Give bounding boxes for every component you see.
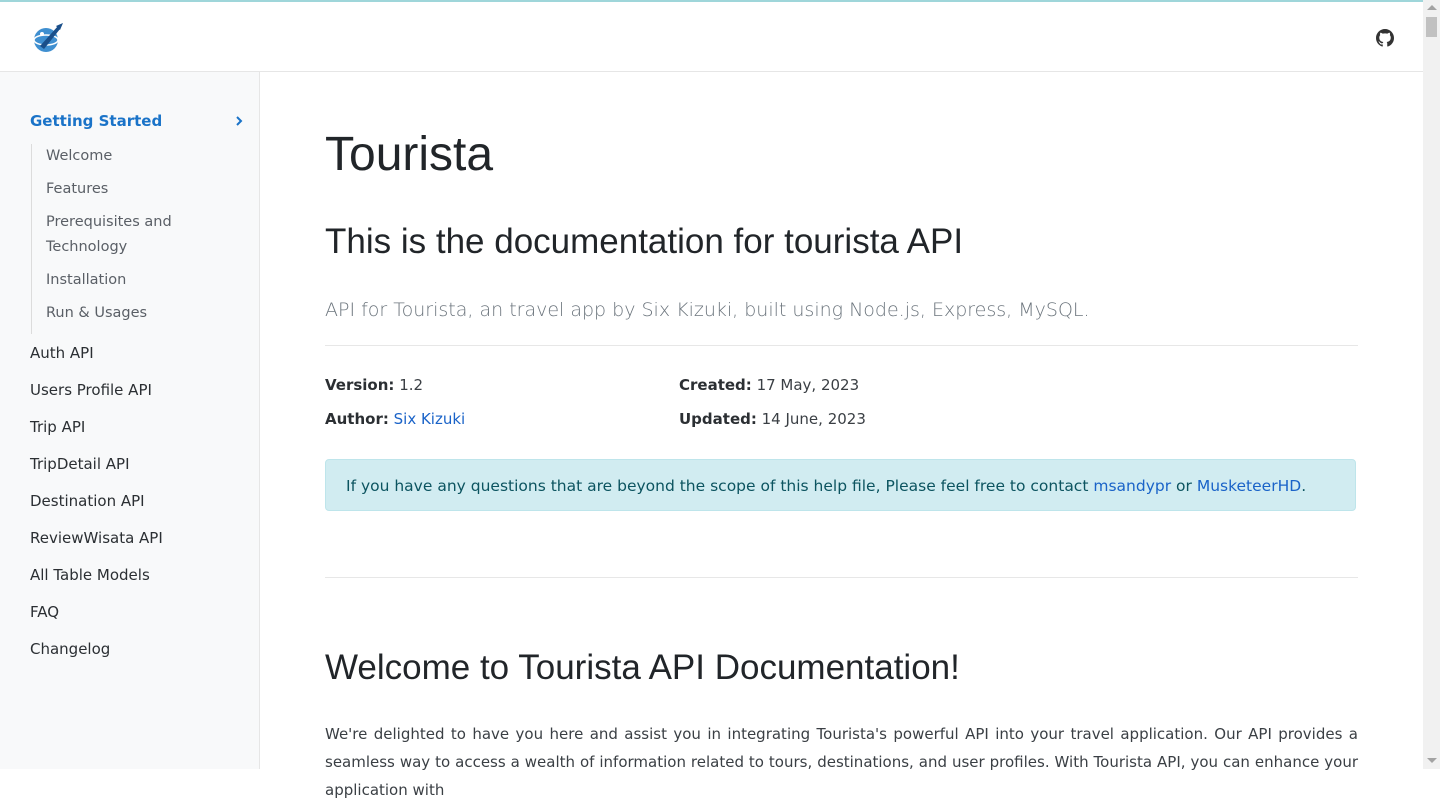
sidebar: Getting Started Welcome Features Prerequ… [0,72,260,769]
contact-link-msandypr[interactable]: msandypr [1093,477,1171,495]
sidebar-item-destination-api[interactable]: Destination API [30,492,145,510]
alert-text: If you have any questions that are beyon… [346,477,1089,495]
sidebar-item-all-table-models[interactable]: All Table Models [30,566,150,584]
chevron-right-icon [236,116,243,126]
sidebar-group-label: Getting Started [30,112,163,130]
sidebar-group-getting-started[interactable]: Getting Started [30,112,244,130]
sidebar-item-welcome[interactable]: Welcome [46,144,226,169]
meta-updated: Updated: 14 June, 2023 [679,410,866,428]
sidebar-item-installation[interactable]: Installation [46,268,226,293]
welcome-heading: Welcome to Tourista API Documentation! [325,648,960,687]
divider [325,345,1358,346]
divider [325,577,1358,578]
author-link[interactable]: Six Kizuki [394,410,466,428]
sidebar-item-run-usages[interactable]: Run & Usages [46,301,226,326]
info-alert: If you have any questions that are beyon… [325,459,1356,511]
sidebar-item-trip-api[interactable]: Trip API [30,418,85,436]
created-value: 17 May, 2023 [756,376,860,394]
sidebar-item-prerequisites[interactable]: Prerequisites and Technology [46,210,226,260]
vertical-scrollbar[interactable] [1423,0,1440,769]
sidebar-item-changelog[interactable]: Changelog [30,640,110,658]
lead-text: API for Tourista, an travel app by Six K… [325,299,1090,321]
page-subtitle: This is the documentation for tourista A… [325,222,964,261]
scroll-down-arrow-icon[interactable] [1427,758,1437,763]
scrollbar-thumb[interactable] [1426,17,1437,37]
sidebar-item-auth-api[interactable]: Auth API [30,344,94,362]
version-value: 1.2 [399,376,424,394]
sidebar-item-faq[interactable]: FAQ [30,603,59,621]
sidebar-item-features[interactable]: Features [46,177,226,202]
contact-link-musketeerhd[interactable]: MusketeerHD [1197,477,1301,495]
version-label: Version: [325,376,395,394]
updated-value: 14 June, 2023 [761,410,866,428]
sidebar-item-tripdetail-api[interactable]: TripDetail API [30,455,130,473]
top-header [0,2,1423,72]
sidebar-item-reviewwisata-api[interactable]: ReviewWisata API [30,529,163,547]
created-label: Created: [679,376,752,394]
alert-text-or: or [1176,477,1192,495]
scroll-up-arrow-icon[interactable] [1427,5,1437,10]
author-label: Author: [325,410,389,428]
welcome-paragraph: We're delighted to have you here and ass… [325,725,1358,799]
github-icon[interactable] [1376,29,1394,47]
meta-author: Author: Six Kizuki [325,410,465,428]
meta-version: Version: 1.2 [325,376,423,394]
alert-period: . [1301,477,1307,495]
page-title: Tourista [325,128,494,181]
updated-label: Updated: [679,410,757,428]
meta-created: Created: 17 May, 2023 [679,376,859,394]
sidebar-subnav: Welcome Features Prerequisites and Techn… [31,144,226,334]
rocket-globe-logo[interactable] [30,20,66,56]
sidebar-item-users-profile-api[interactable]: Users Profile API [30,381,152,399]
